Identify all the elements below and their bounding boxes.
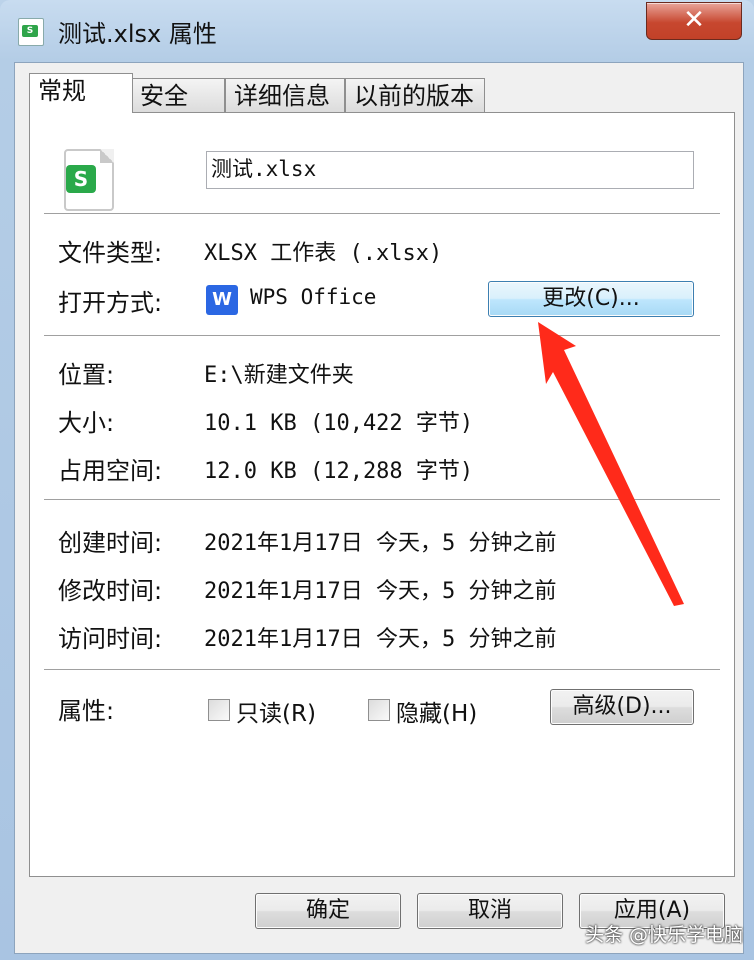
xlsx-icon-badge: S: [22, 25, 38, 37]
tab-general[interactable]: 常规: [29, 73, 133, 113]
hidden-label[interactable]: 隐藏(H): [396, 694, 477, 728]
xlsx-file-icon: S: [18, 18, 44, 46]
cancel-button[interactable]: 取消: [417, 893, 563, 929]
accessed-value: 2021年1月17日 今天，5 分钟之前: [204, 627, 557, 652]
general-tab-page: S 测试.xlsx 文件类型: XLSX 工作表 (.xlsx) 打开方式: W…: [29, 112, 735, 877]
close-button[interactable]: ✕: [646, 2, 742, 40]
title-bar[interactable]: S 测试.xlsx 属性 ✕: [0, 0, 754, 58]
size-on-disk-label: 占用空间:: [58, 457, 163, 485]
watermark: 头条 @快乐学电脑: [585, 924, 744, 946]
size-value: 10.1 KB (10,422 字节): [204, 411, 474, 436]
properties-window: S 测试.xlsx 属性 ✕ 常规 安全 详细信息 以前的版本 S 测试.xls…: [0, 0, 754, 960]
divider: [44, 213, 720, 215]
spreadsheet-file-icon: S: [64, 149, 114, 211]
advanced-button[interactable]: 高级(D)...: [550, 689, 694, 725]
change-button[interactable]: 更改(C)...: [488, 281, 694, 317]
dialog-body: 常规 安全 详细信息 以前的版本 S 测试.xlsx 文件类型: XLSX 工作…: [14, 62, 744, 954]
attributes-label: 属性:: [58, 697, 115, 725]
location-value: E:\新建文件夹: [204, 363, 354, 388]
window-title: 测试.xlsx 属性: [58, 20, 217, 48]
wps-office-icon: W: [206, 285, 238, 315]
location-label: 位置:: [58, 361, 115, 389]
open-with-label: 打开方式:: [58, 289, 163, 317]
divider: [44, 669, 720, 671]
tab-previous-versions[interactable]: 以前的版本: [345, 78, 485, 112]
file-type-label: 文件类型:: [58, 239, 163, 267]
modified-value: 2021年1月17日 今天，5 分钟之前: [204, 579, 557, 604]
readonly-checkbox[interactable]: [208, 699, 230, 721]
accessed-label: 访问时间:: [58, 625, 163, 653]
tab-security[interactable]: 安全: [131, 78, 225, 112]
tab-details[interactable]: 详细信息: [225, 78, 345, 112]
readonly-label[interactable]: 只读(R): [236, 694, 316, 728]
hidden-checkbox[interactable]: [368, 699, 390, 721]
excel-badge-icon: S: [66, 165, 96, 193]
modified-label: 修改时间:: [58, 577, 163, 605]
page-fold: [100, 149, 114, 163]
file-name-field[interactable]: 测试.xlsx: [206, 151, 694, 189]
file-type-value: XLSX 工作表 (.xlsx): [204, 241, 443, 266]
ok-button[interactable]: 确定: [255, 893, 401, 929]
open-with-app: WPS Office: [250, 285, 377, 309]
size-label: 大小:: [58, 409, 115, 437]
divider: [44, 499, 720, 501]
created-label: 创建时间:: [58, 529, 163, 557]
divider: [44, 335, 720, 337]
created-value: 2021年1月17日 今天，5 分钟之前: [204, 531, 557, 556]
size-on-disk-value: 12.0 KB (12,288 字节): [204, 459, 474, 484]
